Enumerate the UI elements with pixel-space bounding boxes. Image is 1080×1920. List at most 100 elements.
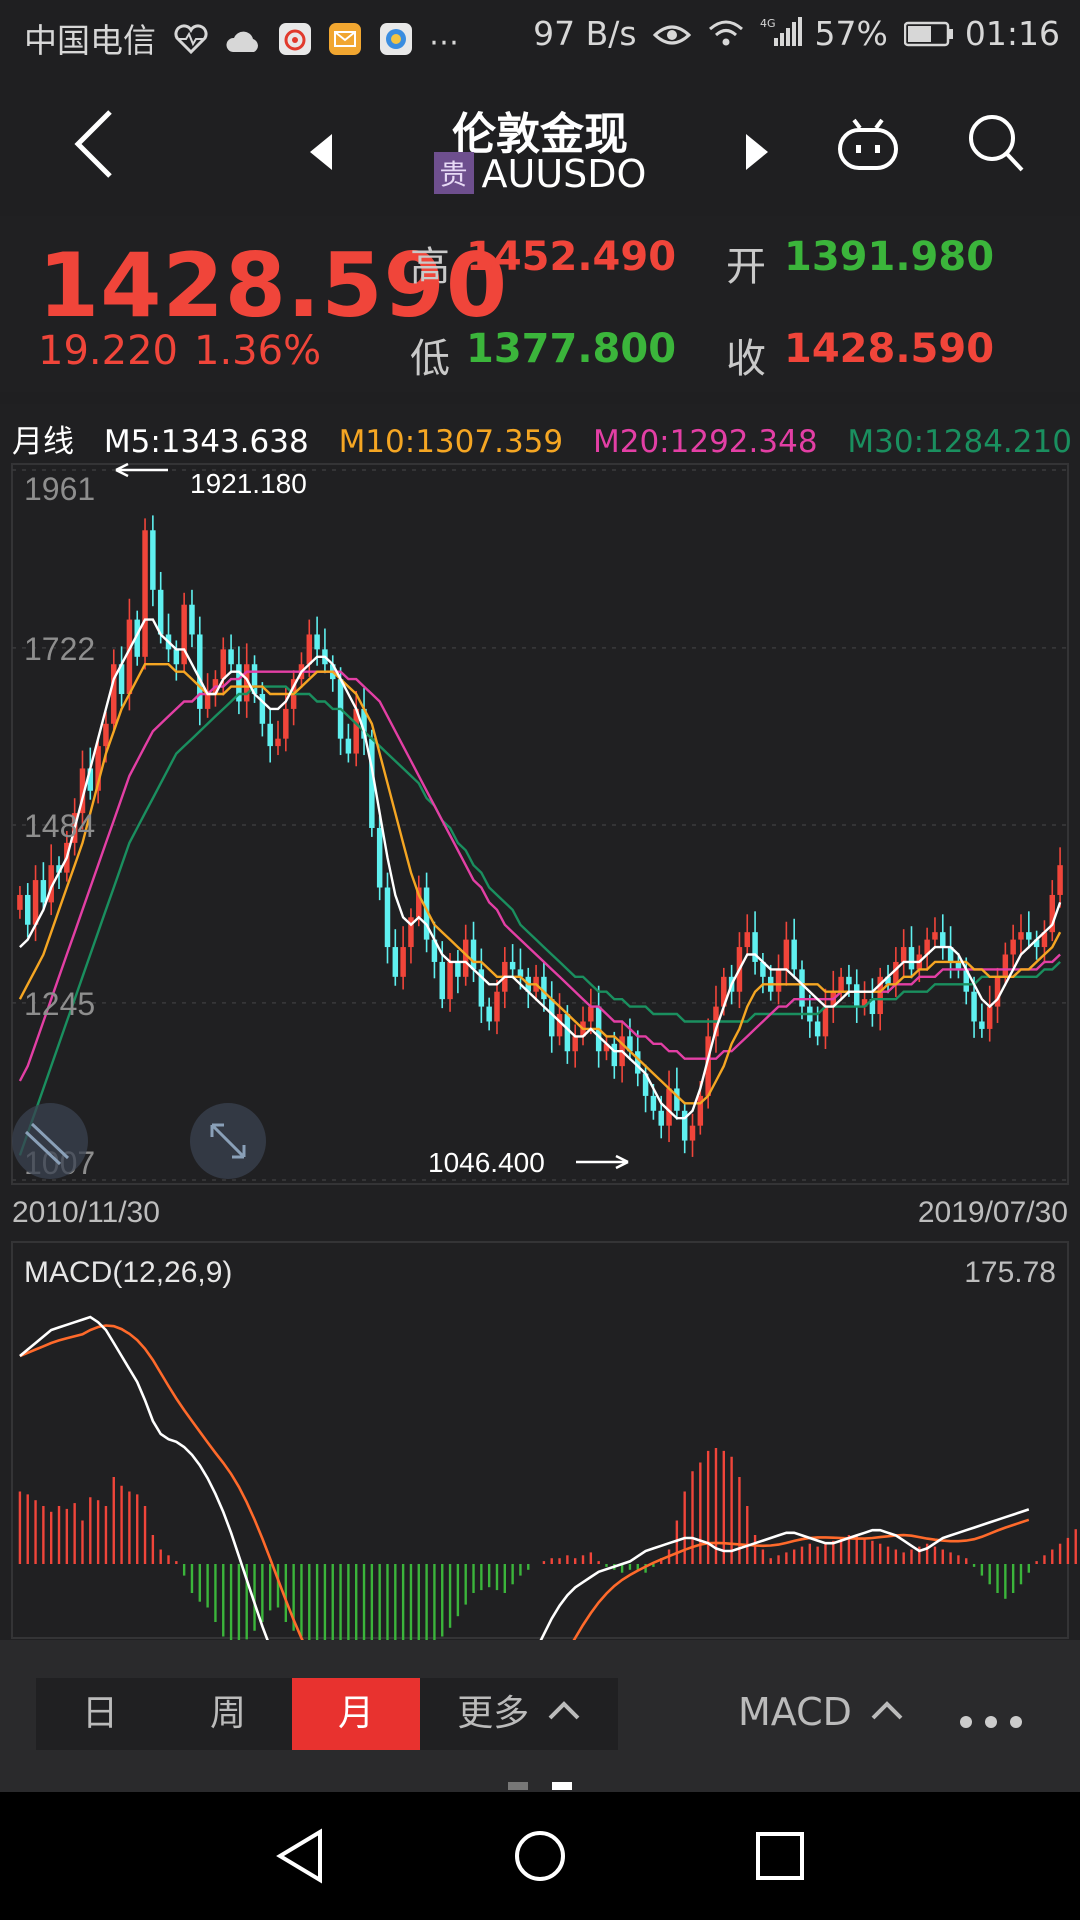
candle-body bbox=[228, 649, 234, 665]
max-value-label: 1921.180 bbox=[190, 468, 307, 499]
fullscreen-button[interactable] bbox=[190, 1103, 266, 1179]
system-nav-bar bbox=[0, 1792, 1080, 1920]
ma20-value: M20:1292.348 bbox=[592, 424, 818, 460]
candle-body bbox=[940, 932, 946, 948]
next-triangle-icon bbox=[746, 134, 768, 170]
candle-body bbox=[220, 649, 226, 680]
price-tick-label: 1484 bbox=[24, 808, 95, 844]
min-annotation: 1046.400 bbox=[428, 1147, 629, 1178]
open-label: 开 bbox=[726, 244, 766, 290]
robot-icon bbox=[838, 118, 898, 170]
ma-lines-group bbox=[18, 618, 1062, 1156]
candle-body bbox=[908, 947, 915, 970]
candle-body bbox=[611, 1043, 618, 1067]
candle-body bbox=[1002, 954, 1009, 977]
candle-body bbox=[455, 961, 461, 977]
candle-body bbox=[572, 1036, 578, 1052]
chevron-up-icon bbox=[548, 1701, 580, 1720]
price-tick-label: 1245 bbox=[24, 986, 95, 1022]
candle-body bbox=[854, 984, 860, 1007]
candle-body bbox=[24, 894, 31, 925]
candlestick-chart: 19611722148412451007 1921.180 1046.400 2… bbox=[11, 462, 1077, 1640]
candle-body bbox=[1010, 939, 1016, 955]
indicator-label: MACD bbox=[738, 1690, 852, 1734]
candle-body bbox=[400, 947, 406, 977]
candle-body bbox=[1018, 932, 1024, 940]
nav-recents-icon[interactable] bbox=[754, 1830, 806, 1882]
start-date-label: 2010/11/30 bbox=[12, 1196, 160, 1229]
price-panel-frame bbox=[11, 463, 1069, 1185]
robot-assistant-button[interactable] bbox=[836, 116, 900, 184]
candle-body bbox=[447, 961, 453, 1000]
macd-top-value: 175.78 bbox=[964, 1256, 1056, 1289]
search-button[interactable] bbox=[966, 112, 1026, 186]
ma-legend: 月线 M5:1343.638 M10:1307.359 M20:1292.348… bbox=[12, 416, 1080, 461]
candle-body bbox=[306, 634, 313, 665]
svg-text:4G: 4G bbox=[760, 17, 776, 30]
candle-body bbox=[564, 1014, 571, 1052]
nav-home-icon[interactable] bbox=[512, 1828, 568, 1884]
candle-body bbox=[548, 999, 555, 1037]
candle-body bbox=[157, 589, 164, 635]
period-week-tab[interactable]: 周 bbox=[164, 1678, 292, 1750]
candle-body bbox=[40, 880, 47, 903]
next-symbol-button[interactable] bbox=[742, 126, 770, 182]
period-month-tab[interactable]: 月 bbox=[292, 1678, 420, 1750]
candle-body bbox=[674, 1088, 680, 1111]
price-tick-label: 1961 bbox=[24, 471, 95, 507]
candle-body bbox=[267, 723, 273, 747]
candle-body bbox=[822, 1006, 829, 1037]
bottom-toolbar: 日 周 月 更多 MACD bbox=[0, 1640, 1080, 1792]
carrier-label: 中国电信 bbox=[24, 21, 156, 60]
candle-body bbox=[971, 991, 977, 1022]
ma30-value: M30:1284.210 bbox=[847, 424, 1072, 460]
open-value: 1391.980 bbox=[784, 234, 995, 280]
candle-body bbox=[541, 976, 547, 1000]
mail-icon bbox=[328, 22, 362, 64]
end-date-label: 2019/07/30 bbox=[918, 1196, 1068, 1229]
period-day-tab[interactable]: 日 bbox=[36, 1678, 164, 1750]
ma30-line bbox=[18, 685, 1061, 1156]
search-icon bbox=[969, 115, 1024, 172]
price-change: 19.220 bbox=[38, 328, 178, 374]
ma10-value: M10:1307.359 bbox=[338, 424, 564, 460]
candle-body bbox=[775, 969, 782, 992]
more-periods-button[interactable]: 更多 bbox=[420, 1678, 618, 1750]
candle-body bbox=[494, 991, 500, 1022]
price-axis-labels: 19611722148412451007 bbox=[24, 471, 95, 1181]
candle-body bbox=[392, 947, 399, 977]
chart-area[interactable]: 月线 M5:1343.638 M10:1307.359 M20:1292.348… bbox=[0, 404, 1080, 1640]
more-dots-icon bbox=[960, 1716, 1022, 1728]
candle-body bbox=[275, 738, 281, 747]
dea-line bbox=[19, 1324, 1030, 1640]
candle-body bbox=[376, 827, 383, 888]
candle-body bbox=[17, 894, 23, 910]
candle-body bbox=[666, 1088, 672, 1126]
battery-icon bbox=[904, 16, 954, 55]
more-label: 更多 bbox=[457, 1693, 530, 1734]
cloud-icon bbox=[225, 23, 261, 62]
candle-body bbox=[744, 932, 750, 948]
candle-body bbox=[900, 947, 907, 962]
candle-body bbox=[556, 1014, 563, 1037]
quote-panel: 1428.590 19.220 1.36% 高 1452.490 低 1377.… bbox=[0, 216, 1080, 392]
more-options-button[interactable] bbox=[958, 1696, 1024, 1740]
indicator-selector[interactable]: MACD bbox=[738, 1690, 904, 1734]
nav-back-icon[interactable] bbox=[272, 1828, 328, 1884]
candle-body bbox=[986, 1006, 993, 1029]
period-selector: 日 周 月 更多 bbox=[36, 1678, 618, 1750]
candle-body bbox=[486, 1006, 492, 1022]
close-label: 收 bbox=[726, 336, 766, 382]
candles-group bbox=[17, 515, 1063, 1157]
candle-body bbox=[799, 969, 805, 1007]
app-header: 伦敦金现 贵 AUUSDO bbox=[0, 76, 1080, 216]
candle-body bbox=[658, 1110, 664, 1126]
signal-4g-icon: 4G bbox=[760, 16, 804, 56]
more-notifications-icon: ⋯ bbox=[429, 25, 459, 60]
candle-body bbox=[103, 723, 109, 747]
draw-tool-button[interactable] bbox=[12, 1103, 88, 1179]
ma10-line bbox=[18, 662, 1062, 1105]
category-tag: 贵 bbox=[433, 152, 474, 194]
candle-body bbox=[314, 634, 320, 650]
candle-body bbox=[283, 708, 289, 739]
